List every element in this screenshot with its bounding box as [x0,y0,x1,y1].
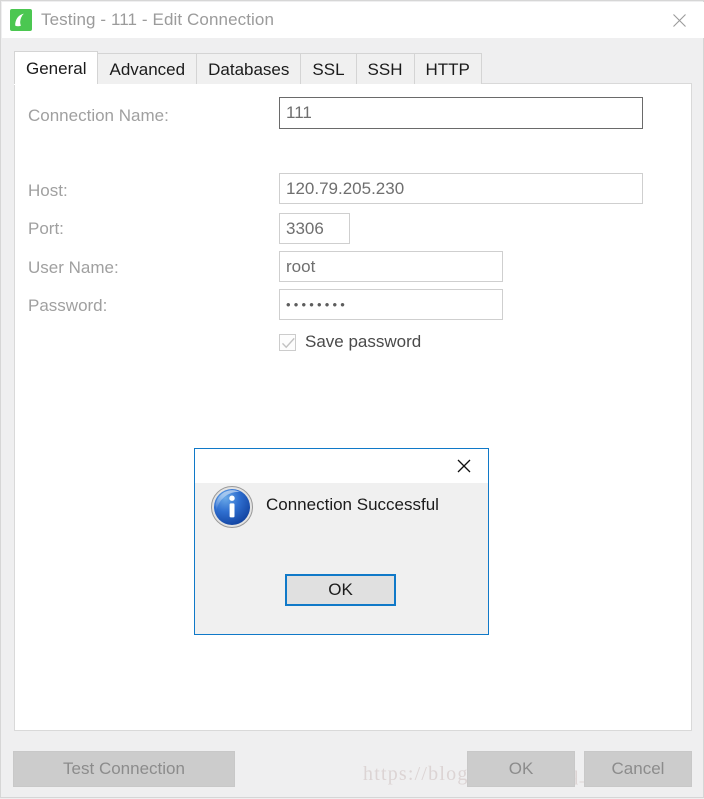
dialog-close-button[interactable] [451,454,477,478]
tab-general[interactable]: General [14,51,99,84]
connection-name-label: Connection Name: [28,106,169,125]
checkmark-icon [281,337,295,348]
test-connection-button[interactable]: Test Connection [13,751,235,787]
save-password-checkbox[interactable]: Save password [279,332,421,352]
password-label: Password: [28,296,108,315]
host-input[interactable]: 120.79.205.230 [279,173,643,204]
cancel-button[interactable]: Cancel [584,751,692,787]
save-password-label: Save password [305,332,422,351]
info-icon [210,485,254,529]
connection-result-dialog: Connection Successful OK [194,448,489,635]
tab-advanced[interactable]: Advanced [97,53,198,84]
host-label: Host: [28,181,68,200]
tab-ssh[interactable]: SSH [355,53,415,84]
window-title: Testing - 111 - Edit Connection [41,10,275,29]
checkbox-box [279,333,296,351]
close-icon [457,459,471,473]
navicat-app-icon [10,9,32,31]
dialog-button-bar: Test Connection OK Cancel [1,749,703,799]
tab-ssl[interactable]: SSL [300,53,357,84]
tab-databases[interactable]: Databases [196,53,302,84]
dialog-message: Connection Successful [266,495,439,514]
password-input[interactable]: •••••••• [279,289,503,320]
ok-button[interactable]: OK [467,751,575,787]
dialog-titlebar [195,449,488,483]
connection-name-input[interactable]: 111 [279,97,643,129]
password-masked-value: •••••••• [286,297,349,312]
port-label: Port: [28,219,64,238]
window-close-button[interactable] [664,7,694,33]
dialog-ok-button[interactable]: OK [285,574,396,606]
edit-connection-window: Testing - 111 - Edit Connection General … [0,0,704,798]
tab-strip: General Advanced Databases SSL SSH HTTP [14,51,482,84]
port-input[interactable]: 3306 [279,213,350,244]
tab-http[interactable]: HTTP [413,53,482,84]
close-icon [672,13,686,27]
user-name-input[interactable]: root [279,251,503,282]
window-titlebar: Testing - 111 - Edit Connection [2,2,704,38]
user-name-label: User Name: [28,258,119,277]
